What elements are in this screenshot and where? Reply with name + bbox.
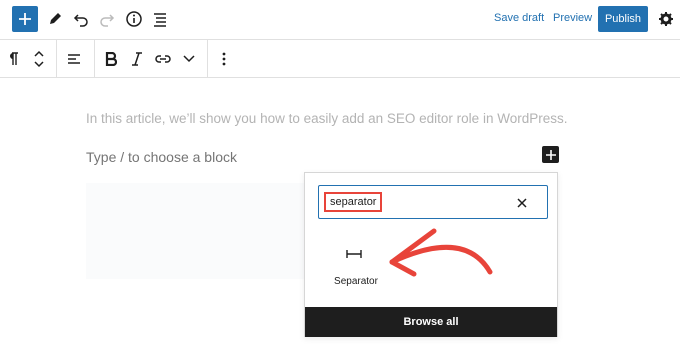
- toolbar-divider: [94, 40, 95, 78]
- align-button[interactable]: [62, 46, 86, 72]
- redo-button[interactable]: [94, 6, 120, 32]
- undo-icon: [73, 14, 88, 27]
- italic-icon: [132, 52, 142, 66]
- settings-button[interactable]: [656, 9, 676, 29]
- preview-button[interactable]: Preview: [553, 12, 592, 24]
- search-input-value[interactable]: separator: [324, 192, 383, 212]
- align-left-icon: [68, 54, 80, 64]
- editor-canvas-shade: [86, 183, 304, 279]
- publish-button[interactable]: Publish: [598, 6, 648, 32]
- bold-button[interactable]: [99, 46, 123, 72]
- block-type-button[interactable]: [1, 46, 25, 72]
- move-block-button[interactable]: [27, 46, 51, 72]
- italic-button[interactable]: [125, 46, 149, 72]
- inline-add-block-button[interactable]: [542, 146, 559, 163]
- list-view-button[interactable]: [147, 6, 173, 32]
- undo-button[interactable]: [68, 6, 94, 32]
- block-inserter-popover: separator Separator Browse all: [304, 172, 558, 337]
- plus-icon: [19, 13, 31, 25]
- info-icon: [126, 11, 142, 27]
- add-block-button[interactable]: [12, 6, 38, 32]
- more-options-icon: [222, 52, 226, 66]
- separator-icon: [346, 250, 362, 258]
- paragraph-block[interactable]: In this article, we’ll show you how to e…: [86, 111, 567, 126]
- gear-icon: [659, 12, 673, 26]
- chevron-down-icon: [183, 55, 195, 63]
- paragraph-icon: [10, 52, 18, 65]
- move-up-down-icon: [34, 50, 44, 68]
- block-search-field[interactable]: separator: [318, 185, 548, 219]
- pencil-icon: [50, 13, 61, 24]
- empty-block-placeholder[interactable]: Type / to choose a block: [86, 149, 237, 165]
- redo-icon: [100, 14, 115, 27]
- options-button[interactable]: [212, 46, 236, 72]
- block-toolbar: [0, 40, 680, 78]
- separator-block-option[interactable]: Separator: [325, 237, 387, 293]
- link-button[interactable]: [151, 46, 175, 72]
- plus-icon: [545, 149, 556, 160]
- list-view-icon: [154, 13, 166, 27]
- more-formatting-button[interactable]: [177, 46, 201, 72]
- block-option-label: Separator: [334, 276, 378, 287]
- top-toolbar: Save draft Preview Publish: [0, 0, 680, 40]
- tools-button[interactable]: [42, 6, 68, 32]
- close-icon: [517, 198, 527, 208]
- clear-search-button[interactable]: [512, 193, 532, 213]
- link-icon: [155, 55, 171, 63]
- toolbar-divider: [207, 40, 208, 78]
- browse-all-button[interactable]: Browse all: [305, 307, 557, 337]
- toolbar-divider: [56, 40, 57, 78]
- details-button[interactable]: [121, 6, 147, 32]
- save-draft-button[interactable]: Save draft: [494, 12, 544, 24]
- bold-icon: [105, 52, 117, 66]
